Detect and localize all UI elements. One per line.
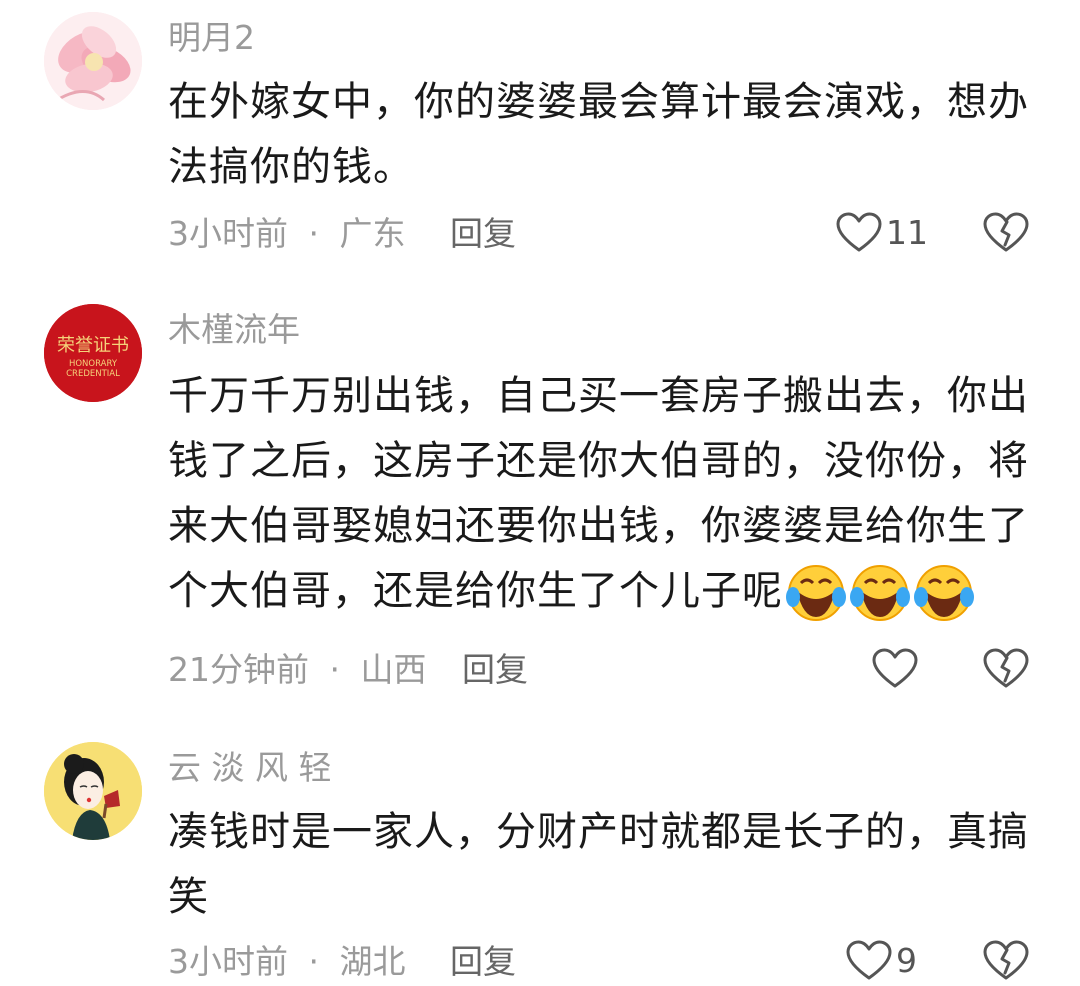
comment-text: 在外嫁女中，你的婆婆最会算计最会演戏，想办法搞你的钱。: [168, 79, 1029, 190]
woman-illustration-avatar-image: [44, 742, 142, 840]
avatar[interactable]: [44, 12, 142, 110]
dislike-button[interactable]: [983, 212, 1029, 258]
comment-location: 山西: [360, 650, 427, 689]
heart-icon: [836, 212, 882, 252]
comment-item: 云 淡 风 轻 凑钱时是一家人，分财产时就都是长子的，真搞笑 3小时前 · 湖北…: [0, 730, 1080, 981]
heart-icon: [872, 648, 918, 688]
laugh-cry-emoji: [786, 565, 846, 621]
dislike-button[interactable]: [983, 940, 1029, 986]
broken-heart-icon: [983, 212, 1029, 252]
like-button[interactable]: [872, 648, 922, 690]
dislike-button[interactable]: [983, 648, 1029, 694]
comment-meta: 3小时前 · 湖北: [168, 942, 406, 982]
reply-button[interactable]: 回复: [450, 214, 516, 254]
comment-item: 荣誉证书 HONORARY CREDENTIAL 木槿流年 千万千万别出钱，自己…: [0, 290, 1080, 710]
username[interactable]: 明月2: [168, 18, 255, 58]
meta-separator: ·: [329, 650, 341, 689]
comment-location: 广东: [339, 214, 406, 253]
avatar[interactable]: 荣誉证书 HONORARY CREDENTIAL: [44, 304, 142, 402]
like-count: 11: [886, 213, 928, 252]
reply-button[interactable]: 回复: [462, 650, 528, 690]
comment-text: 千万千万别出钱，自己买一套房子搬出去，你出钱了之后，这房子还是你大伯哥的，没你份…: [168, 364, 1048, 624]
laugh-cry-emoji: [914, 565, 974, 621]
heart-icon: [846, 940, 892, 980]
broken-heart-icon: [983, 940, 1029, 980]
comment-time: 3小时前: [168, 214, 288, 253]
credential-cn-text: 荣誉证书: [57, 335, 129, 356]
like-count: 9: [896, 941, 917, 980]
credential-avatar-image: 荣誉证书 HONORARY CREDENTIAL: [44, 304, 142, 402]
credential-en-text-1: HONORARY: [69, 359, 118, 369]
comment-time: 3小时前: [168, 942, 288, 981]
avatar[interactable]: [44, 742, 142, 840]
like-button[interactable]: 9: [846, 940, 917, 982]
meta-separator: ·: [308, 942, 320, 981]
credential-en-text-2: CREDENTIAL: [66, 369, 120, 379]
comment-meta: 3小时前 · 广东: [168, 214, 406, 254]
reply-button[interactable]: 回复: [450, 942, 516, 982]
meta-separator: ·: [308, 214, 320, 253]
comment-text: 凑钱时是一家人，分财产时就都是长子的，真搞笑: [168, 809, 1029, 920]
flower-avatar-image: [44, 12, 142, 110]
comment-location: 湖北: [339, 942, 406, 981]
username[interactable]: 云 淡 风 轻: [168, 748, 331, 788]
laugh-cry-emoji: [850, 565, 910, 621]
like-button[interactable]: 11: [836, 212, 928, 254]
comment-meta: 21分钟前 · 山西: [168, 650, 427, 690]
comment-time: 21分钟前: [168, 650, 309, 689]
broken-heart-icon: [983, 648, 1029, 688]
comment-item: 明月2 在外嫁女中，你的婆婆最会算计最会演戏，想办法搞你的钱。 3小时前 · 广…: [0, 0, 1080, 280]
username[interactable]: 木槿流年: [168, 310, 300, 350]
